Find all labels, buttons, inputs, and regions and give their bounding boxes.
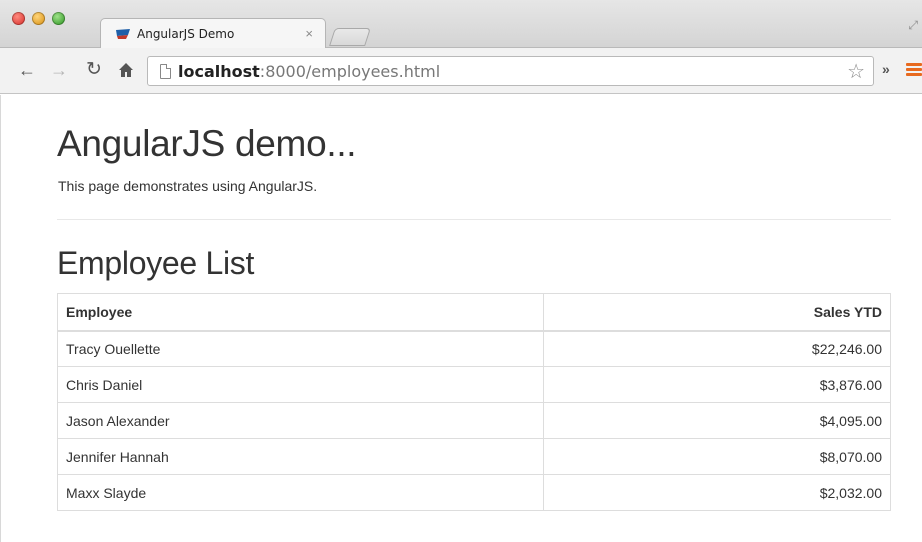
employee-name: Jennifer Hannah: [57, 438, 544, 475]
url-text[interactable]: localhost:8000/employees.html: [178, 62, 440, 81]
reload-icon[interactable]: ↻: [86, 60, 102, 80]
employee-name: Maxx Slayde: [57, 474, 544, 511]
sales-ytd: $2,032.00: [543, 474, 891, 511]
sales-ytd: $4,095.00: [543, 402, 891, 439]
home-icon[interactable]: [118, 60, 134, 82]
table-row: Tracy Ouellette $22,246.00: [57, 330, 891, 367]
window-maximize-button[interactable]: [52, 12, 65, 25]
employee-table: Employee Sales YTD Tracy Ouellette $22,2…: [57, 293, 891, 511]
url-host: localhost: [178, 62, 260, 81]
column-header-sales-ytd: Sales YTD: [543, 293, 891, 332]
browser-toolbar: ← → ↻ localhost:8000/employees.html ☆ »: [0, 48, 922, 94]
employee-name: Chris Daniel: [57, 366, 544, 403]
table-row: Jason Alexander $4,095.00: [57, 402, 891, 439]
sales-ytd: $8,070.00: [543, 438, 891, 475]
table-row: Chris Daniel $3,876.00: [57, 366, 891, 403]
employee-name: Jason Alexander: [57, 402, 544, 439]
favicon-icon: [116, 29, 130, 39]
window-close-button[interactable]: [12, 12, 25, 25]
extensions-overflow-icon[interactable]: »: [882, 61, 890, 77]
divider: [57, 219, 891, 220]
page-content: AngularJS demo... This page demonstrates…: [0, 95, 922, 542]
sales-ytd: $3,876.00: [543, 366, 891, 403]
employee-name: Tracy Ouellette: [57, 330, 544, 367]
table-header-row: Employee Sales YTD: [57, 293, 891, 332]
back-arrow-icon[interactable]: ←: [18, 60, 36, 80]
tab-strip: AngularJS Demo × ⤢: [0, 0, 922, 48]
address-bar[interactable]: localhost:8000/employees.html ☆: [147, 56, 874, 86]
bookmark-star-icon[interactable]: ☆: [847, 59, 865, 84]
window-minimize-button[interactable]: [32, 12, 45, 25]
fullscreen-icon[interactable]: ⤢: [908, 18, 918, 33]
tab-angularjs-demo[interactable]: AngularJS Demo ×: [100, 18, 326, 48]
table-row: Jennifer Hannah $8,070.00: [57, 438, 891, 475]
tab-close-icon[interactable]: ×: [305, 26, 313, 41]
url-path: :8000/employees.html: [259, 62, 441, 81]
column-header-employee: Employee: [57, 293, 544, 332]
page-title: AngularJS demo...: [57, 123, 357, 164]
section-title: Employee List: [57, 245, 255, 281]
page-icon: [160, 64, 171, 79]
forward-arrow-icon[interactable]: →: [50, 60, 68, 80]
sales-ytd: $22,246.00: [543, 330, 891, 367]
menu-icon[interactable]: [906, 63, 922, 77]
new-tab-button[interactable]: [329, 28, 371, 46]
table-row: Maxx Slayde $2,032.00: [57, 474, 891, 511]
page-subtitle: This page demonstrates using AngularJS.: [58, 178, 318, 194]
tab-title: AngularJS Demo: [137, 27, 235, 41]
